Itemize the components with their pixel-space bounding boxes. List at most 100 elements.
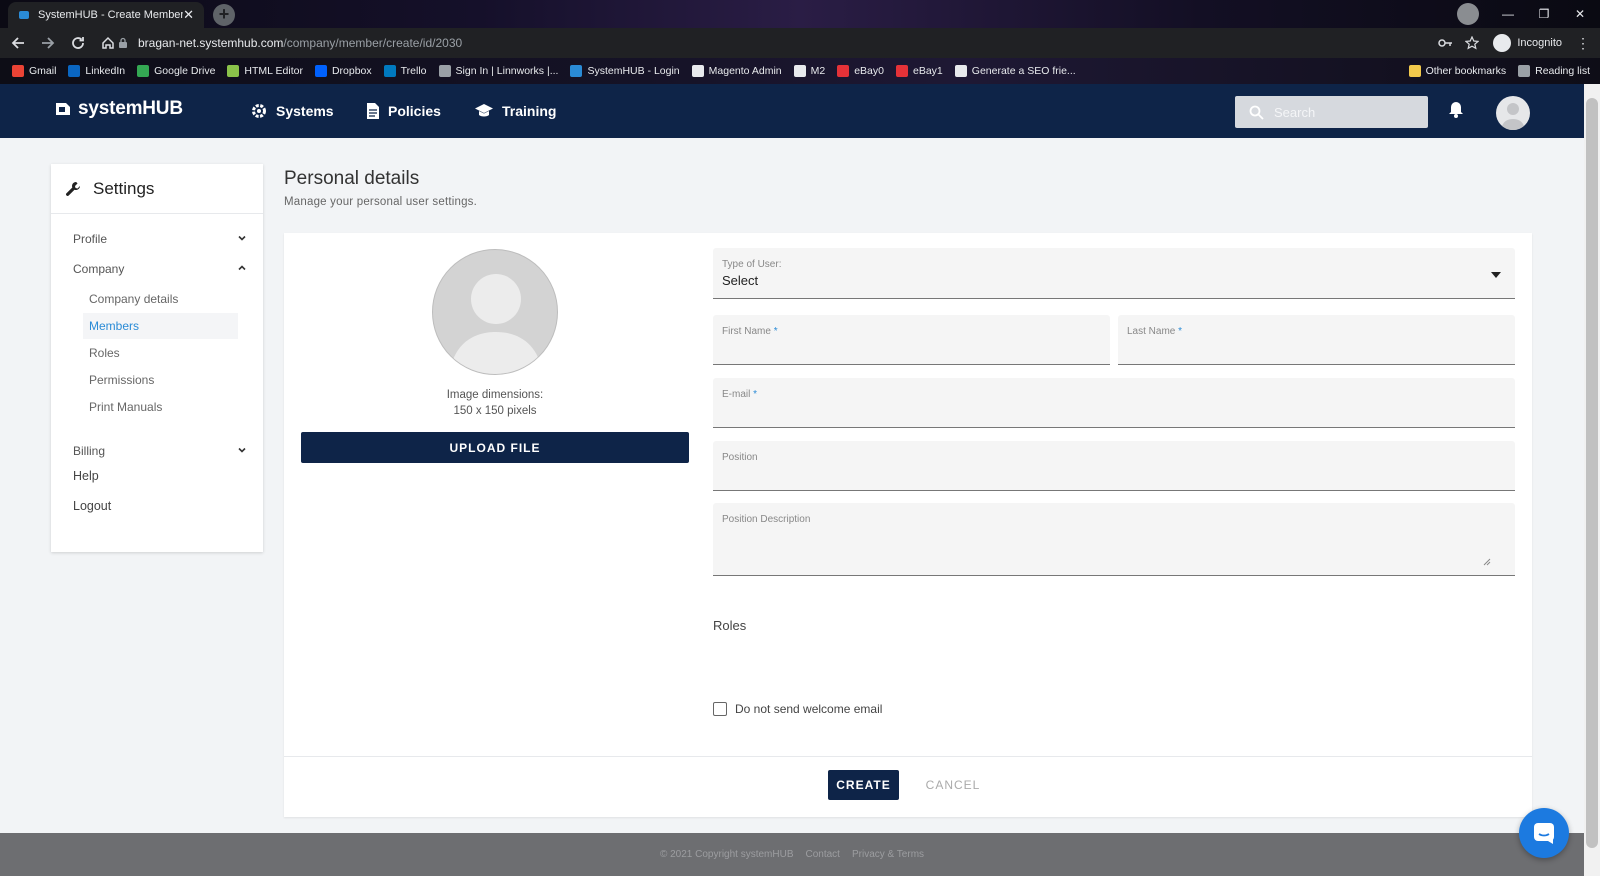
search-box[interactable] (1235, 96, 1428, 128)
key-icon[interactable] (1437, 35, 1453, 51)
bookmark-star-icon[interactable] (1465, 36, 1480, 50)
contact-link[interactable]: Contact (806, 849, 840, 860)
form-divider (284, 756, 1532, 757)
forward-icon[interactable] (36, 31, 60, 55)
close-window-icon[interactable]: ✕ (1562, 7, 1598, 21)
nav-training-label: Training (502, 103, 557, 119)
bookmark-label: Gmail (29, 65, 57, 77)
minimize-icon[interactable]: — (1490, 7, 1526, 21)
bookmark-icon (383, 65, 396, 77)
position-description-textarea[interactable]: Position Description (713, 503, 1515, 576)
bookmark-icon (896, 65, 908, 77)
incognito-label: Incognito (1517, 37, 1562, 49)
bookmark-icon (570, 65, 583, 77)
reading-list[interactable]: Reading list (1518, 65, 1590, 77)
url-host: bragan-net.systemhub.com (138, 36, 284, 50)
nav-policies[interactable]: Policies (366, 84, 441, 138)
sidebar-item-help[interactable]: Help (73, 469, 99, 483)
back-icon[interactable] (6, 31, 30, 55)
close-tab-icon[interactable]: ✕ (183, 7, 194, 23)
window-controls: — ❐ ✕ (1490, 0, 1598, 28)
position-label: Position (722, 452, 758, 463)
bookmark-item[interactable]: Magento Admin (691, 65, 782, 77)
nav-systems[interactable]: Systems (250, 84, 334, 138)
user-avatar[interactable] (1496, 96, 1530, 130)
user-avatar-icon (1501, 103, 1525, 130)
cancel-button[interactable]: CANCEL (913, 770, 993, 800)
chevron-down-icon (238, 235, 246, 241)
type-of-user-label: Type of User: (722, 259, 782, 270)
last-name-field[interactable]: Last Name * (1118, 315, 1515, 365)
address-bar[interactable]: bragan-net.systemhub.com /company/member… (118, 30, 1418, 56)
bookmark-item[interactable]: M2 (793, 65, 825, 77)
browser-menu-icon[interactable]: ⋮ (1576, 35, 1590, 52)
page-subtitle: Manage your personal user settings. (284, 196, 478, 208)
resize-handle-icon[interactable] (1483, 558, 1491, 566)
home-icon[interactable] (96, 31, 120, 55)
sidebar-item-company[interactable]: Company (51, 256, 263, 282)
required-mark: * (753, 389, 758, 400)
settings-title: Settings (93, 178, 155, 198)
sidebar-item-profile[interactable]: Profile (51, 226, 263, 252)
restore-icon[interactable]: ❐ (1526, 7, 1562, 21)
first-name-field[interactable]: First Name * (713, 315, 1110, 365)
search-input[interactable] (1274, 104, 1414, 120)
bookmark-item[interactable]: eBay0 (837, 65, 884, 77)
no-welcome-email-checkbox[interactable] (713, 702, 727, 716)
position-description-label: Position Description (722, 514, 811, 525)
privacy-terms-link[interactable]: Privacy & Terms (852, 849, 924, 860)
nav-training[interactable]: Training (474, 84, 556, 138)
scrollbar-thumb[interactable] (1586, 98, 1598, 848)
email-field[interactable]: E-mail * (713, 378, 1515, 428)
upload-file-button[interactable]: UPLOAD FILE (301, 432, 689, 463)
bookmark-item[interactable]: eBay1 (896, 65, 943, 77)
chat-icon (1534, 823, 1554, 844)
incognito-indicator[interactable]: Incognito (1493, 34, 1562, 52)
chat-widget-button[interactable] (1519, 808, 1569, 858)
sidebar-item-logout[interactable]: Logout (73, 499, 111, 513)
bookmark-item[interactable]: Trello (383, 65, 427, 77)
bookmark-item[interactable]: Gmail (12, 65, 56, 77)
reload-icon[interactable] (66, 31, 90, 55)
reading-list-label: Reading list (1535, 65, 1590, 77)
new-tab-icon[interactable]: + (213, 4, 235, 26)
page-footer: © 2021 Copyright systemHUB Contact Priva… (0, 833, 1584, 876)
create-button[interactable]: CREATE (828, 770, 899, 800)
systemhub-logo[interactable]: systemHUB (54, 98, 183, 120)
sidebar-item-label: Company (73, 262, 125, 276)
other-bookmarks[interactable]: Other bookmarks (1408, 65, 1506, 77)
bookmark-item[interactable]: HTML Editor (227, 65, 303, 77)
browser-tab[interactable]: SystemHUB - Create Member ✕ (8, 2, 204, 28)
user-silhouette-icon (449, 274, 543, 374)
nav-systems-label: Systems (276, 103, 334, 119)
bookmark-label: HTML Editor (244, 65, 303, 77)
page-scrollbar[interactable] (1584, 84, 1600, 876)
no-welcome-email-label: Do not send welcome email (735, 702, 883, 716)
no-welcome-email-checkbox-row[interactable]: Do not send welcome email (713, 702, 882, 716)
sidebar-item-print-manuals[interactable]: Print Manuals (83, 394, 238, 420)
bookmark-icon (954, 65, 967, 77)
bookmark-item[interactable]: Sign In | Linnworks |... (438, 65, 558, 77)
first-name-label: First Name (722, 326, 771, 337)
sidebar-item-permissions[interactable]: Permissions (83, 367, 238, 393)
settings-header: Settings (51, 164, 263, 214)
sidebar-item-company-details[interactable]: Company details (83, 286, 238, 312)
position-field[interactable]: Position (713, 441, 1515, 491)
bookmark-item[interactable]: Google Drive (137, 65, 215, 77)
bookmark-item[interactable]: LinkedIn (68, 65, 125, 77)
type-of-user-select[interactable]: Type of User: Select (713, 248, 1515, 299)
email-label: E-mail (722, 389, 751, 400)
tab-search-icon[interactable] (1457, 3, 1479, 25)
bookmark-item[interactable]: Generate a SEO frie... (954, 65, 1076, 77)
bell-icon[interactable] (1448, 100, 1464, 118)
chevron-down-icon (238, 447, 246, 453)
image-dimensions-label: Image dimensions: (446, 389, 544, 401)
bookmark-icon (691, 65, 704, 77)
sidebar-item-roles[interactable]: Roles (83, 340, 238, 366)
sidebar-item-billing[interactable]: Billing (51, 438, 263, 464)
bookmarks-bar: Gmail LinkedIn Google Drive HTML Editor Drop… (0, 58, 1600, 84)
bookmark-item[interactable]: SystemHUB - Login (570, 65, 680, 77)
sidebar-item-members[interactable]: Members (83, 313, 238, 339)
bookmark-item[interactable]: Dropbox (314, 65, 372, 77)
graduation-cap-icon (475, 104, 493, 117)
